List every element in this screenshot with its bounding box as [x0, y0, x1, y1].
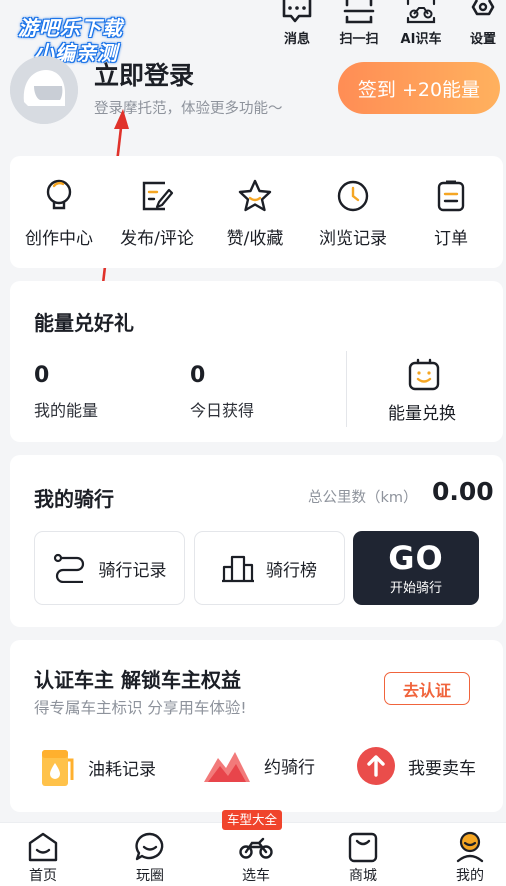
top-message-label: 消息: [283, 32, 310, 47]
top-scan-button[interactable]: 扫一扫: [331, 0, 387, 48]
message-icon: [281, 0, 313, 24]
riding-rank-label: 骑行榜: [266, 560, 317, 581]
scan-icon: [343, 0, 375, 24]
owner-card: 认证车主 解锁车主权益 得专属车主标识 分享用车体验! 去认证 油耗记录 约骑行…: [10, 640, 503, 812]
tab-circle[interactable]: 玩圈: [114, 823, 186, 886]
chat-bubble-icon: [135, 832, 164, 861]
today-energy-value: 0: [190, 363, 206, 388]
energy-title: 能量兑好礼: [34, 311, 134, 335]
sell-bike-label: 我要卖车: [408, 758, 476, 779]
home-icon: [28, 832, 58, 862]
tab-mine[interactable]: 我的: [434, 823, 506, 886]
mountain-icon: [204, 752, 250, 782]
top-ai-label: AI识车: [400, 32, 442, 47]
quick-actions-card: 创作中心 发布/评论 赞/收藏 浏览记录 订单: [10, 156, 503, 268]
shop-icon: [348, 832, 378, 863]
fuel-record-label: 油耗记录: [88, 759, 156, 780]
total-km-value: 0.00: [432, 477, 494, 506]
top-ai-button[interactable]: AI识车: [393, 0, 449, 48]
route-icon: [53, 553, 84, 583]
lightbulb-icon: [46, 179, 72, 210]
today-energy-label: 今日获得: [190, 401, 255, 420]
quick-action-creation[interactable]: 创作中心: [10, 156, 108, 268]
profile-icon: [456, 831, 484, 863]
gear-icon: [467, 0, 499, 24]
podium-icon: [222, 555, 254, 583]
total-km-label: 总公里数（km）: [308, 490, 418, 506]
helmet-icon: [10, 56, 78, 124]
riding-record-button[interactable]: 骑行记录: [34, 531, 185, 605]
fuel-record-button[interactable]: 油耗记录: [40, 746, 156, 788]
my-energy-label: 我的能量: [34, 401, 99, 420]
tab-choose-bike-label: 选车: [242, 868, 270, 884]
quick-action-publish-label: 发布/评论: [120, 229, 194, 249]
go-label: GO: [388, 538, 444, 577]
tab-home[interactable]: 首页: [7, 823, 79, 886]
quick-action-favorites-label: 赞/收藏: [226, 229, 284, 249]
start-riding-button[interactable]: GO 开始骑行: [353, 531, 479, 605]
tab-mine-label: 我的: [456, 868, 484, 884]
fuel-icon: [42, 750, 74, 786]
group-ride-label: 约骑行: [264, 757, 315, 778]
ai-motorcycle-icon: [405, 0, 437, 24]
star-icon: [238, 179, 272, 212]
top-message-button[interactable]: 消息: [269, 0, 325, 48]
clock-icon: [337, 180, 369, 212]
tab-choose-bike[interactable]: 选车: [220, 823, 292, 886]
bike-catalog-badge[interactable]: 车型大全: [222, 810, 283, 830]
quick-action-history[interactable]: 浏览记录: [304, 156, 402, 268]
gift-bag-icon: [408, 358, 440, 391]
top-settings-label: 设置: [469, 32, 496, 47]
sell-icon: [357, 747, 395, 785]
quick-action-favorites[interactable]: 赞/收藏: [206, 156, 304, 268]
quick-action-history-label: 浏览记录: [319, 229, 387, 249]
owner-subtitle: 得专属车主标识 分享用车体验!: [34, 699, 247, 717]
energy-exchange-label: 能量兑换: [388, 404, 456, 424]
avatar[interactable]: [10, 56, 78, 124]
tab-circle-label: 玩圈: [136, 868, 164, 884]
tab-bar: 首页 玩圈 选车 商城 我的: [0, 822, 506, 886]
top-scan-label: 扫一扫: [339, 32, 379, 47]
checkin-button[interactable]: 签到 +20能量: [338, 62, 500, 114]
tab-home-label: 首页: [29, 868, 57, 884]
certify-button[interactable]: 去认证: [384, 672, 470, 705]
riding-rank-button[interactable]: 骑行榜: [194, 531, 345, 605]
start-riding-label: 开始骑行: [389, 580, 442, 596]
riding-record-label: 骑行记录: [98, 560, 167, 581]
tab-shop[interactable]: 商城: [327, 823, 399, 886]
top-settings-button[interactable]: 设置: [455, 0, 506, 48]
energy-exchange-button[interactable]: 能量兑换: [380, 357, 468, 427]
group-ride-button[interactable]: 约骑行: [202, 746, 315, 784]
my-energy-value: 0: [34, 363, 50, 388]
tab-shop-label: 商城: [349, 868, 377, 884]
quick-action-orders-label: 订单: [434, 229, 468, 249]
order-icon: [437, 180, 465, 212]
energy-divider: [346, 351, 347, 427]
motorcycle-icon: [239, 837, 273, 859]
quick-action-creation-label: 创作中心: [25, 229, 93, 249]
sell-bike-button[interactable]: 我要卖车: [356, 746, 476, 786]
owner-title: 认证车主 解锁车主权益: [34, 668, 241, 692]
energy-card: 能量兑好礼 0 我的能量 0 今日获得 能量兑换: [10, 281, 503, 442]
quick-action-publish[interactable]: 发布/评论: [108, 156, 206, 268]
edit-icon: [142, 181, 174, 211]
riding-card: 我的骑行 总公里数（km） 0.00 骑行记录 骑行榜 GO 开始骑行: [10, 455, 503, 627]
riding-title: 我的骑行: [34, 487, 114, 511]
quick-action-orders[interactable]: 订单: [402, 156, 500, 268]
login-title[interactable]: 立即登录: [94, 56, 194, 92]
